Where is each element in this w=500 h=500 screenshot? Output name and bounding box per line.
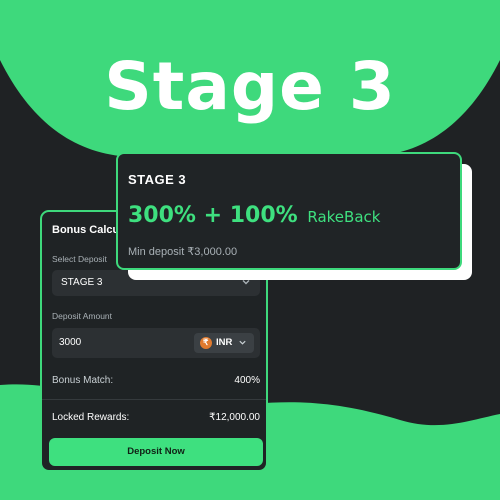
deposit-amount-label: Deposit Amount <box>52 311 113 321</box>
chevron-down-icon <box>239 340 246 345</box>
deposit-amount-value: 3000 <box>59 337 82 348</box>
hero-title: Stage 3 <box>104 48 396 125</box>
deposit-stage-value: STAGE 3 <box>61 277 103 288</box>
deposit-now-button[interactable]: Deposit Now <box>49 438 263 466</box>
calculator-title: Bonus Calcu <box>52 224 120 236</box>
deposit-amount-input[interactable]: 3000 ₹ INR <box>52 328 260 358</box>
stage-offer-card: STAGE 3 300% + 100% RakeBack Min deposit… <box>116 152 462 270</box>
rupee-coin-icon: ₹ <box>200 337 212 349</box>
select-deposit-label: Select Deposit <box>52 254 107 264</box>
bonus-match-value: 400% <box>234 375 260 386</box>
bonus-match-label: Bonus Match: <box>52 375 114 386</box>
locked-rewards-value: ₹12,000.00 <box>209 412 260 423</box>
stage-label: STAGE 3 <box>128 172 187 187</box>
currency-select[interactable]: ₹ INR <box>194 333 254 353</box>
offer-percentages: 300% + 100% <box>128 203 298 228</box>
locked-rewards-label: Locked Rewards: <box>52 412 130 423</box>
offer-suffix: RakeBack <box>307 208 381 226</box>
currency-code: INR <box>216 337 233 348</box>
min-deposit-text: Min deposit ₹3,000.00 <box>128 246 238 258</box>
divider <box>42 399 266 400</box>
stage-offer: 300% + 100% RakeBack <box>128 203 380 228</box>
